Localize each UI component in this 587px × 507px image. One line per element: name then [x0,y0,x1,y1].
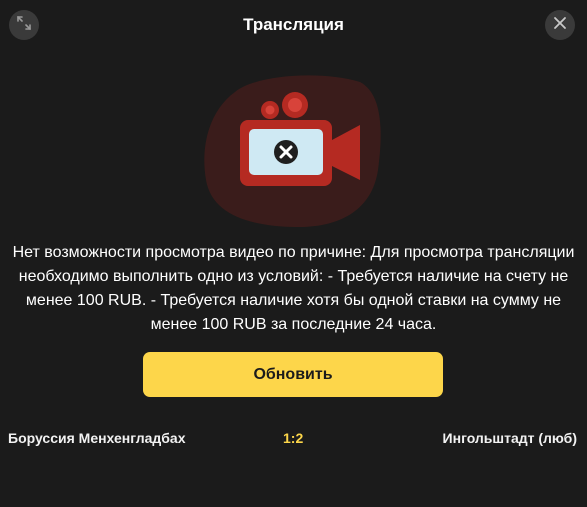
close-button[interactable] [545,10,575,40]
refresh-button[interactable]: Обновить [143,352,443,397]
away-team: Ингольштадт (люб) [442,430,577,446]
video-camera-error-icon [200,70,385,230]
broadcast-modal: Трансляция Нет возможности просмотра вид… [0,0,587,507]
modal-header: Трансляция [0,0,587,52]
close-icon [553,16,567,35]
unavailable-message: Нет возможности просмотра видео по причи… [12,244,575,333]
home-team: Боруссия Менхенгладбах [8,430,186,446]
modal-title: Трансляция [243,15,344,34]
match-info: Боруссия Менхенгладбах 1:2 Ингольштадт (… [8,428,577,450]
match-score: 1:2 [283,430,304,446]
